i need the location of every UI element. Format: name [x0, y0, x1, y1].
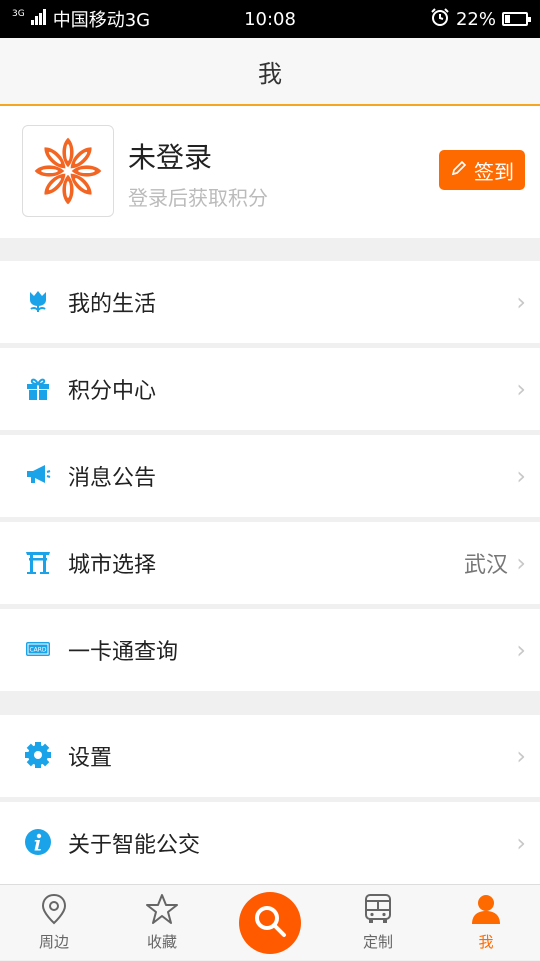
tulip-icon [24, 287, 52, 315]
search-button[interactable] [239, 892, 301, 954]
pencil-icon [450, 158, 468, 182]
bus-icon [362, 893, 394, 929]
star-icon [145, 893, 179, 929]
tab-custom[interactable]: 定制 [324, 885, 432, 961]
menu-item-label: 关于智能公交 [68, 833, 201, 858]
tab-label: 周边 [38, 933, 69, 951]
person-icon [470, 893, 502, 929]
carrier-name: 中国移动3G [52, 10, 151, 31]
profile-subtitle: 登录后获取积分 [128, 186, 268, 210]
battery-icon [502, 12, 531, 26]
gift-icon [24, 374, 52, 402]
menu-item-value: 武汉 [463, 553, 508, 578]
page-title: 我 [258, 59, 282, 88]
menu-item-label: 设置 [68, 746, 113, 771]
menu-item-transit-card[interactable]: CARD 一卡通查询 › [0, 609, 540, 691]
status-left: 3G 中国移动3G [12, 6, 150, 32]
network-type-icon: 3G [12, 8, 25, 19]
signal-icon [30, 8, 47, 30]
signin-label: 签到 [474, 159, 514, 184]
chevron-right-icon: › [516, 636, 526, 664]
chevron-right-icon: › [516, 462, 526, 490]
search-icon [253, 904, 287, 942]
profile-name[interactable]: 未登录 [128, 136, 212, 176]
chevron-right-icon: › [516, 288, 526, 316]
page-title-bar: 我 [0, 38, 540, 106]
tab-label: 收藏 [146, 933, 177, 951]
tab-favorites[interactable]: 收藏 [108, 885, 216, 961]
info-icon [24, 828, 52, 856]
menu-item-label: 城市选择 [68, 553, 157, 578]
menu-item-announcements[interactable]: 消息公告 › [0, 435, 540, 517]
menu-item-settings[interactable]: 设置 › [0, 715, 540, 797]
chevron-right-icon: › [516, 742, 526, 770]
menu-item-label: 一卡通查询 [68, 640, 179, 665]
chevron-right-icon: › [516, 375, 526, 403]
status-bar: 3G 中国移动3G 10:08 22% [0, 0, 540, 38]
tab-label: 我 [478, 933, 494, 951]
menu-item-label: 积分中心 [68, 379, 157, 404]
signin-button[interactable]: 签到 [439, 150, 525, 190]
gear-icon [24, 741, 52, 769]
megaphone-icon [24, 461, 52, 489]
tab-nearby[interactable]: 周边 [0, 885, 108, 961]
menu-item-points-center[interactable]: 积分中心 › [0, 348, 540, 430]
app-logo-icon [34, 137, 102, 205]
menu-item-about[interactable]: 关于智能公交 › [0, 802, 540, 884]
tab-me[interactable]: 我 [432, 885, 540, 961]
card-icon-text: CARD [29, 647, 46, 654]
chevron-right-icon: › [516, 829, 526, 857]
menu-item-label: 消息公告 [68, 466, 157, 491]
city-gate-icon [24, 548, 52, 576]
alarm-icon [430, 7, 450, 32]
tab-label: 定制 [362, 933, 393, 951]
menu-item-label: 我的生活 [68, 292, 157, 317]
avatar[interactable] [22, 125, 114, 217]
status-right: 22% [430, 7, 531, 32]
menu-item-city-select[interactable]: 城市选择 武汉 › [0, 522, 540, 604]
chevron-right-icon: › [516, 549, 526, 577]
menu-item-my-life[interactable]: 我的生活 › [0, 261, 540, 343]
location-pin-icon [39, 893, 69, 929]
battery-percent: 22% [455, 8, 496, 30]
card-icon: CARD [24, 635, 52, 663]
